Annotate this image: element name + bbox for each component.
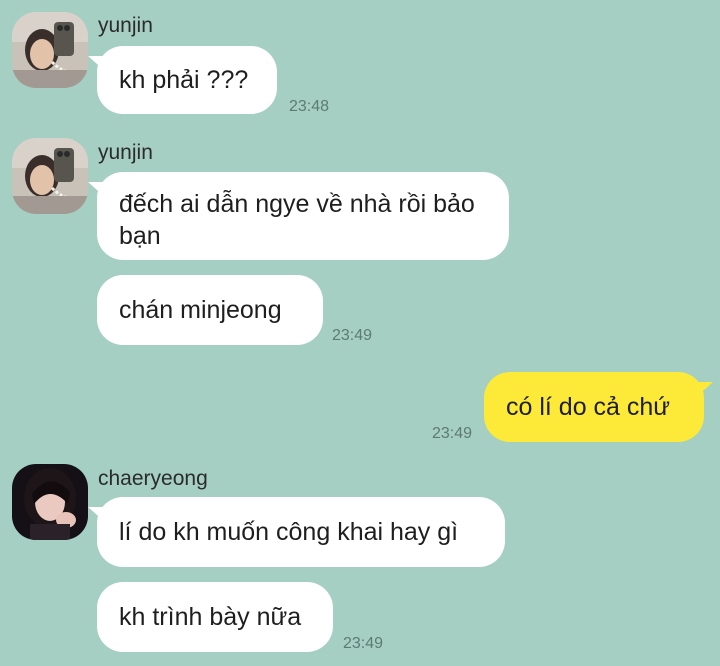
message-timestamp: 23:49: [332, 327, 373, 344]
message-text: đếch ai dẫn ngye về nhà rồi bảo bạn: [119, 190, 475, 250]
sender-name: yunjin: [98, 14, 153, 37]
message-text: có lí do cả chứ: [506, 393, 671, 421]
message-bubble[interactable]: kh trình bày nữa: [97, 582, 333, 652]
message-bubble[interactable]: chán minjeong: [97, 275, 323, 345]
message-timestamp: 23:49: [432, 425, 473, 442]
message-bubble[interactable]: kh phải ???: [88, 46, 277, 114]
message-text: chán minjeong: [119, 296, 282, 324]
avatar-yunjin[interactable]: [12, 138, 88, 214]
avatar-chaeryeong-image: [12, 464, 88, 540]
message-timestamp: 23:48: [289, 98, 330, 115]
message-bubble[interactable]: đếch ai dẫn ngye về nhà rồi bảo bạn: [88, 172, 509, 260]
message-text: kh trình bày nữa: [119, 603, 302, 631]
outgoing-message-bubble[interactable]: có lí do cả chứ: [484, 372, 713, 442]
chat-area: yunjin kh phải ??? 23:48 yunjin đếch ai …: [0, 0, 720, 666]
message-text: lí do kh muốn công khai hay gì: [119, 518, 459, 546]
message-timestamp: 23:49: [343, 635, 384, 652]
message-bubble[interactable]: lí do kh muốn công khai hay gì: [88, 497, 505, 567]
sender-name: yunjin: [98, 141, 153, 164]
message-text: kh phải ???: [119, 66, 249, 94]
sender-name: chaeryeong: [98, 467, 208, 490]
avatar-yunjin-image: [12, 138, 88, 214]
avatar-chaeryeong[interactable]: [12, 464, 88, 540]
avatar-yunjin-image: [12, 12, 88, 88]
avatar-yunjin[interactable]: [12, 12, 88, 88]
